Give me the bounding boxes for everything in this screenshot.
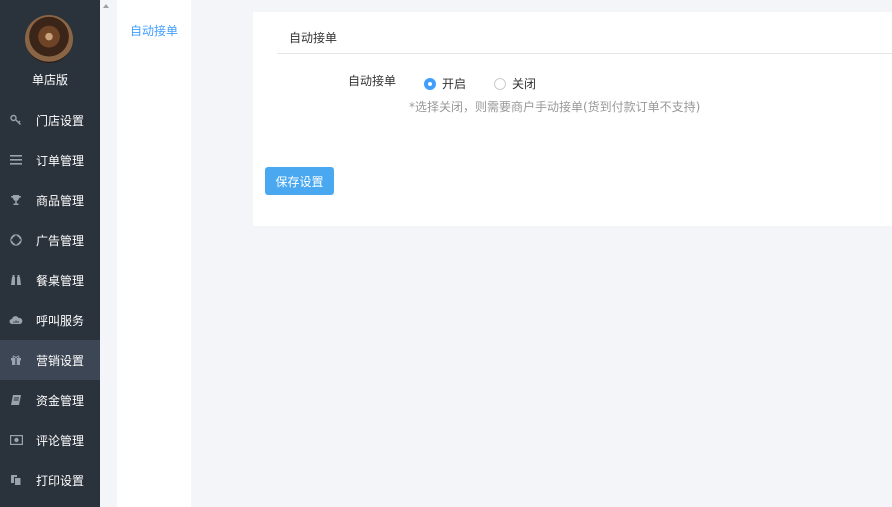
nav-item-label: 营销设置 — [36, 353, 85, 368]
nav-item-store-settings[interactable]: 门店设置 — [0, 100, 100, 140]
nav-item-label: 评论管理 — [36, 433, 85, 448]
cloud-icon — [9, 315, 23, 325]
nav-item-reviews[interactable]: 评论管理 — [0, 420, 100, 460]
auto-accept-hint: *选择关闭，则需要商户手动接单(货到付款订单不支持) — [409, 100, 701, 114]
binoculars-icon — [9, 274, 23, 286]
auto-accept-label: 自动接单 — [348, 74, 397, 88]
nav-item-label: 呼叫服务 — [36, 313, 85, 328]
main-sidebar: 单店版 门店设置 订单管理 商品管理 广告管理 餐桌管理 呼叫服务 营销设置 资… — [0, 0, 100, 507]
radio-disable[interactable]: 关闭 — [494, 75, 536, 92]
nav-item-print[interactable]: 打印设置 — [0, 460, 100, 500]
copy-icon — [9, 474, 23, 486]
radio-unchecked-icon[interactable] — [494, 77, 506, 90]
nav-item-products[interactable]: 商品管理 — [0, 180, 100, 220]
nav-item-label: 商品管理 — [36, 193, 85, 208]
gift-icon — [9, 354, 23, 366]
nav-item-finance[interactable]: 资金管理 — [0, 380, 100, 420]
book-icon — [9, 394, 23, 406]
sub-sidebar: 自动接单 — [100, 0, 192, 507]
lifebuoy-icon — [9, 234, 23, 246]
settings-panel: 自动接单 自动接单 开启 关闭 *选择关闭，则需要商户手动接单(货到付款订单不支… — [253, 12, 892, 226]
nav-item-label: 打印设置 — [36, 473, 85, 488]
nav-item-label: 门店设置 — [36, 113, 85, 128]
key-icon — [9, 114, 23, 126]
trophy-icon — [9, 194, 23, 206]
nav-item-label: 广告管理 — [36, 233, 85, 248]
sub-sidebar-panel: 自动接单 — [117, 0, 191, 507]
panel-title: 自动接单 — [289, 31, 338, 45]
radio-enable[interactable]: 开启 — [424, 75, 466, 92]
main-nav: 门店设置 订单管理 商品管理 广告管理 餐桌管理 呼叫服务 营销设置 资金管理 … — [0, 100, 100, 500]
nav-item-marketing[interactable]: 营销设置 — [0, 340, 100, 380]
nav-item-label: 资金管理 — [36, 393, 85, 408]
money-icon — [9, 435, 23, 445]
nav-item-orders[interactable]: 订单管理 — [0, 140, 100, 180]
nav-item-label: 订单管理 — [36, 153, 85, 168]
subnav-item-auto-accept[interactable]: 自动接单 — [117, 22, 191, 39]
panel-divider — [277, 53, 892, 54]
save-settings-button[interactable]: 保存设置 — [265, 167, 334, 195]
scroll-up-arrow-icon[interactable] — [103, 4, 109, 8]
nav-item-tables[interactable]: 餐桌管理 — [0, 260, 100, 300]
radio-checked-icon[interactable] — [424, 77, 436, 90]
store-avatar[interactable] — [25, 15, 73, 63]
radio-enable-label: 开启 — [442, 77, 467, 91]
store-name: 单店版 — [31, 73, 68, 87]
nav-item-label: 餐桌管理 — [36, 273, 85, 288]
list-icon — [9, 155, 23, 165]
nav-item-call-service[interactable]: 呼叫服务 — [0, 300, 100, 340]
radio-disable-label: 关闭 — [512, 77, 537, 91]
nav-item-ads[interactable]: 广告管理 — [0, 220, 100, 260]
